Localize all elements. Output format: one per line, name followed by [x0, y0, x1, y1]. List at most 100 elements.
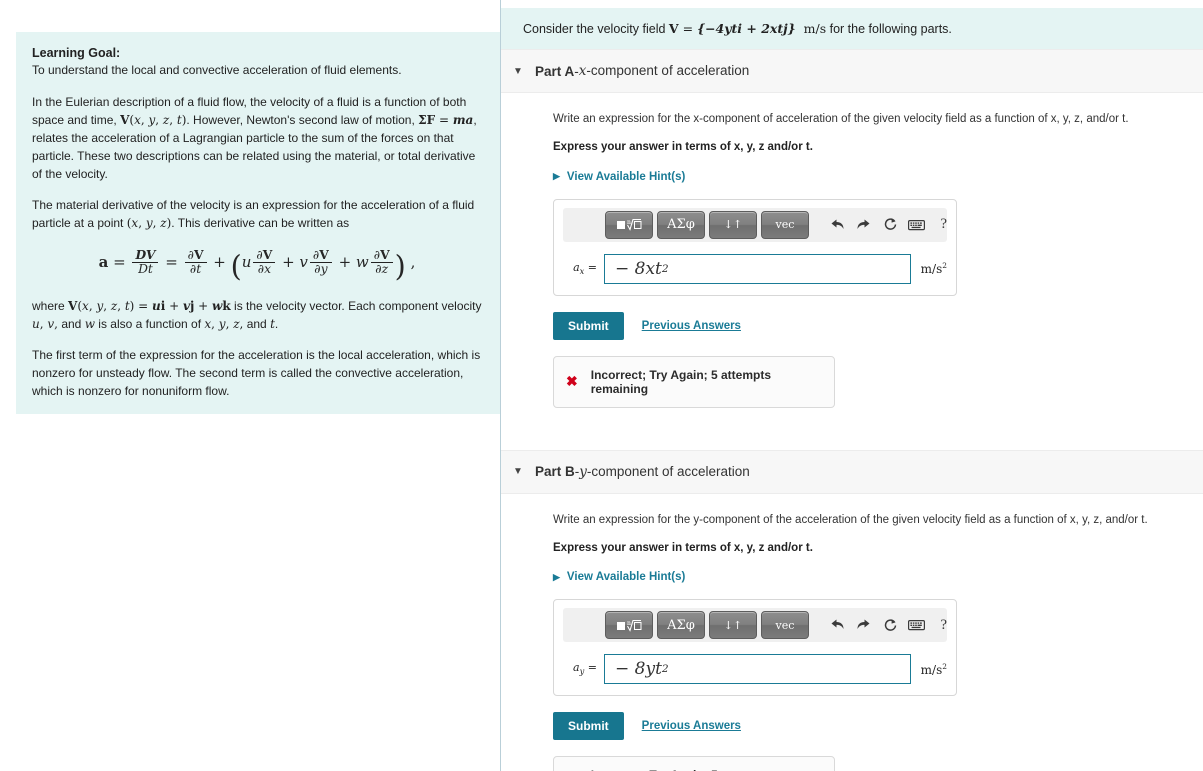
more-symbols-button[interactable]: ↓↑ [709, 611, 757, 639]
learning-goal-box: Learning Goal: To understand the local a… [16, 32, 500, 414]
part-a-answer-input[interactable]: − 8xt 2 [604, 253, 911, 284]
part-a-description: x-component of acceleration [578, 63, 750, 79]
vv-text-pre: where [32, 298, 69, 313]
root-template-icon: n [617, 619, 642, 632]
reset-glyph [884, 618, 897, 631]
root-template-icon: n [617, 218, 642, 231]
template-root-button[interactable]: n [605, 611, 653, 639]
vv-text-end: . [274, 316, 279, 331]
learning-goal-title: Learning Goal: [32, 46, 121, 60]
math-help-button[interactable]: ? [940, 617, 947, 634]
template-root-button[interactable]: n [605, 210, 653, 239]
part-a-math-toolbar: n ΑΣφ ↓↑ vec ? [563, 207, 947, 242]
banner-text-pre: Consider the velocity field [523, 22, 669, 36]
part-a-unit: m/s2 [920, 261, 947, 276]
keyboard-glyph [908, 620, 926, 631]
part-b-question: Write an expression for the y-component … [553, 513, 1148, 526]
part-b-answer-base: 8yt [634, 659, 662, 679]
part-a-title: Part A [535, 63, 575, 79]
part-b-variable-label: ay = [573, 661, 597, 677]
part-a-hint-label[interactable]: View Available Hint(s) [567, 171, 685, 183]
part-a-body: Write an expression for the x-component … [501, 93, 1203, 408]
part-b-answer-card: n ΑΣφ ↓↑ vec ? ay = − 8yt 2 m/s2 [553, 599, 957, 696]
chevron-right-icon[interactable]: ▶ [553, 572, 560, 583]
material-text-post: . This derivative can be written as [171, 215, 350, 230]
part-b-feedback: ✖ Incorrect; Try Again; 5 attempts remai… [553, 756, 835, 771]
part-a-answer-base: 8xt [634, 258, 662, 279]
part-a-answer-card: n ΑΣφ ↓↑ vec ? ax = − 8xt 2 m/s2 [553, 198, 957, 296]
vv-text-mid: is the velocity vector. Each component v… [230, 298, 482, 313]
part-b-answer-exponent: 2 [661, 663, 669, 675]
part-a-feedback: ✖ Incorrect; Try Again; 5 attempts remai… [553, 355, 835, 408]
material-derivative-paragraph: The material derivative of the velocity … [32, 197, 475, 230]
part-b-header[interactable]: ▼ Part B - y-component of acceleration [501, 449, 1203, 494]
part-b-body: Write an expression for the y-component … [501, 494, 1203, 771]
keyboard-icon[interactable] [908, 613, 926, 637]
reset-glyph [884, 218, 897, 230]
part-b-hint-label[interactable]: View Available Hint(s) [567, 571, 685, 583]
part-b-answer-input[interactable]: − 8yt 2 [604, 654, 911, 684]
reset-icon[interactable] [882, 213, 899, 237]
keyboard-icon[interactable] [908, 213, 926, 237]
vv-text-post: is also a function of [94, 316, 205, 331]
velocity-vector-paragraph: where V(x, y, z, t) = ui + vj + wk is th… [32, 298, 482, 331]
part-b-description: y-component of acceleration [579, 463, 750, 480]
banner-vector-v: V [668, 21, 679, 36]
redo-icon[interactable] [855, 213, 872, 237]
part-b-previous-answers-link[interactable]: Previous Answers [642, 720, 741, 732]
undo-icon[interactable] [829, 613, 846, 637]
part-b-math-toolbar: n ΑΣφ ↓↑ vec ? [563, 608, 947, 642]
banner-equals: = [678, 21, 698, 36]
acceleration-terms-paragraph: The first term of the expression for the… [32, 347, 481, 398]
velocity-field-banner: Consider the velocity field V = {−4yti +… [501, 8, 1203, 49]
math-help-button[interactable]: ? [940, 216, 947, 233]
banner-text-post: for the following parts. [826, 22, 952, 36]
part-b-input-row: ay = − 8yt 2 m/s2 [563, 654, 947, 684]
undo-glyph [831, 219, 844, 229]
error-x-icon: ✖ [566, 373, 578, 389]
keyboard-glyph [908, 219, 926, 230]
vv-text-and: and [57, 316, 85, 331]
part-b-answer-sign: − [615, 659, 630, 679]
problem-intro-pane: Learning Goal: To understand the local a… [0, 0, 501, 771]
part-a-answer-exponent: 2 [661, 262, 669, 275]
part-a-header[interactable]: ▼ Part A - x-component of acceleration [501, 49, 1203, 93]
part-a-view-hints[interactable]: ▶ View Available Hint(s) [553, 157, 1203, 183]
vector-button[interactable]: vec [761, 611, 809, 639]
banner-field-body: {−4yti + 2xtj} [697, 21, 796, 36]
part-a-submit-button[interactable]: Submit [553, 311, 624, 340]
learning-goal-subtitle: To understand the local and convective a… [32, 63, 402, 78]
problem-parts-pane: Consider the velocity field V = {−4yti +… [501, 0, 1203, 771]
redo-glyph [857, 619, 870, 629]
part-a-instruction: Express your answer in terms of x, y, z … [553, 141, 813, 154]
undo-glyph [831, 619, 844, 629]
material-derivative-equation: a = DV Dt = ∂V ∂t + (u ∂V ∂x + v ∂V ∂y + w ∂V ∂z… [98, 246, 416, 283]
undo-icon[interactable] [829, 213, 846, 237]
part-a-answer-sign: − [615, 258, 630, 279]
greek-symbols-button[interactable]: ΑΣφ [657, 210, 705, 239]
chevron-right-icon[interactable]: ▶ [553, 171, 560, 182]
part-a-feedback-text: Incorrect; Try Again; 5 attempts remaini… [590, 367, 771, 396]
part-a-previous-answers-link[interactable]: Previous Answers [642, 320, 741, 332]
part-b-view-hints[interactable]: ▶ View Available Hint(s) [553, 557, 1203, 583]
redo-icon[interactable] [855, 613, 872, 637]
chevron-down-icon[interactable]: ▼ [501, 66, 535, 77]
reset-icon[interactable] [882, 613, 899, 637]
banner-units: m/s [803, 21, 827, 36]
eulerian-text-mid: . However, Newton's second law of motion… [186, 112, 419, 127]
part-b-submit-row: Submit Previous Answers [553, 712, 1203, 740]
chevron-down-icon[interactable]: ▼ [501, 466, 535, 477]
eulerian-paragraph: In the Eulerian description of a fluid f… [32, 94, 477, 181]
part-b-title: Part B [535, 464, 575, 479]
vv-text-and2: and [243, 316, 271, 331]
redo-glyph [857, 219, 870, 229]
part-b-instruction: Express your answer in terms of x, y, z … [553, 541, 813, 554]
greek-symbols-button[interactable]: ΑΣφ [657, 611, 705, 639]
vector-button[interactable]: vec [761, 210, 809, 239]
part-a-submit-row: Submit Previous Answers [553, 311, 1203, 340]
part-b-submit-button[interactable]: Submit [553, 712, 624, 740]
more-symbols-button[interactable]: ↓↑ [709, 210, 757, 239]
part-a-question: Write an expression for the x-component … [553, 113, 1129, 125]
part-a-input-row: ax = − 8xt 2 m/s2 [563, 253, 947, 284]
page-root: Learning Goal: To understand the local a… [0, 0, 1203, 771]
